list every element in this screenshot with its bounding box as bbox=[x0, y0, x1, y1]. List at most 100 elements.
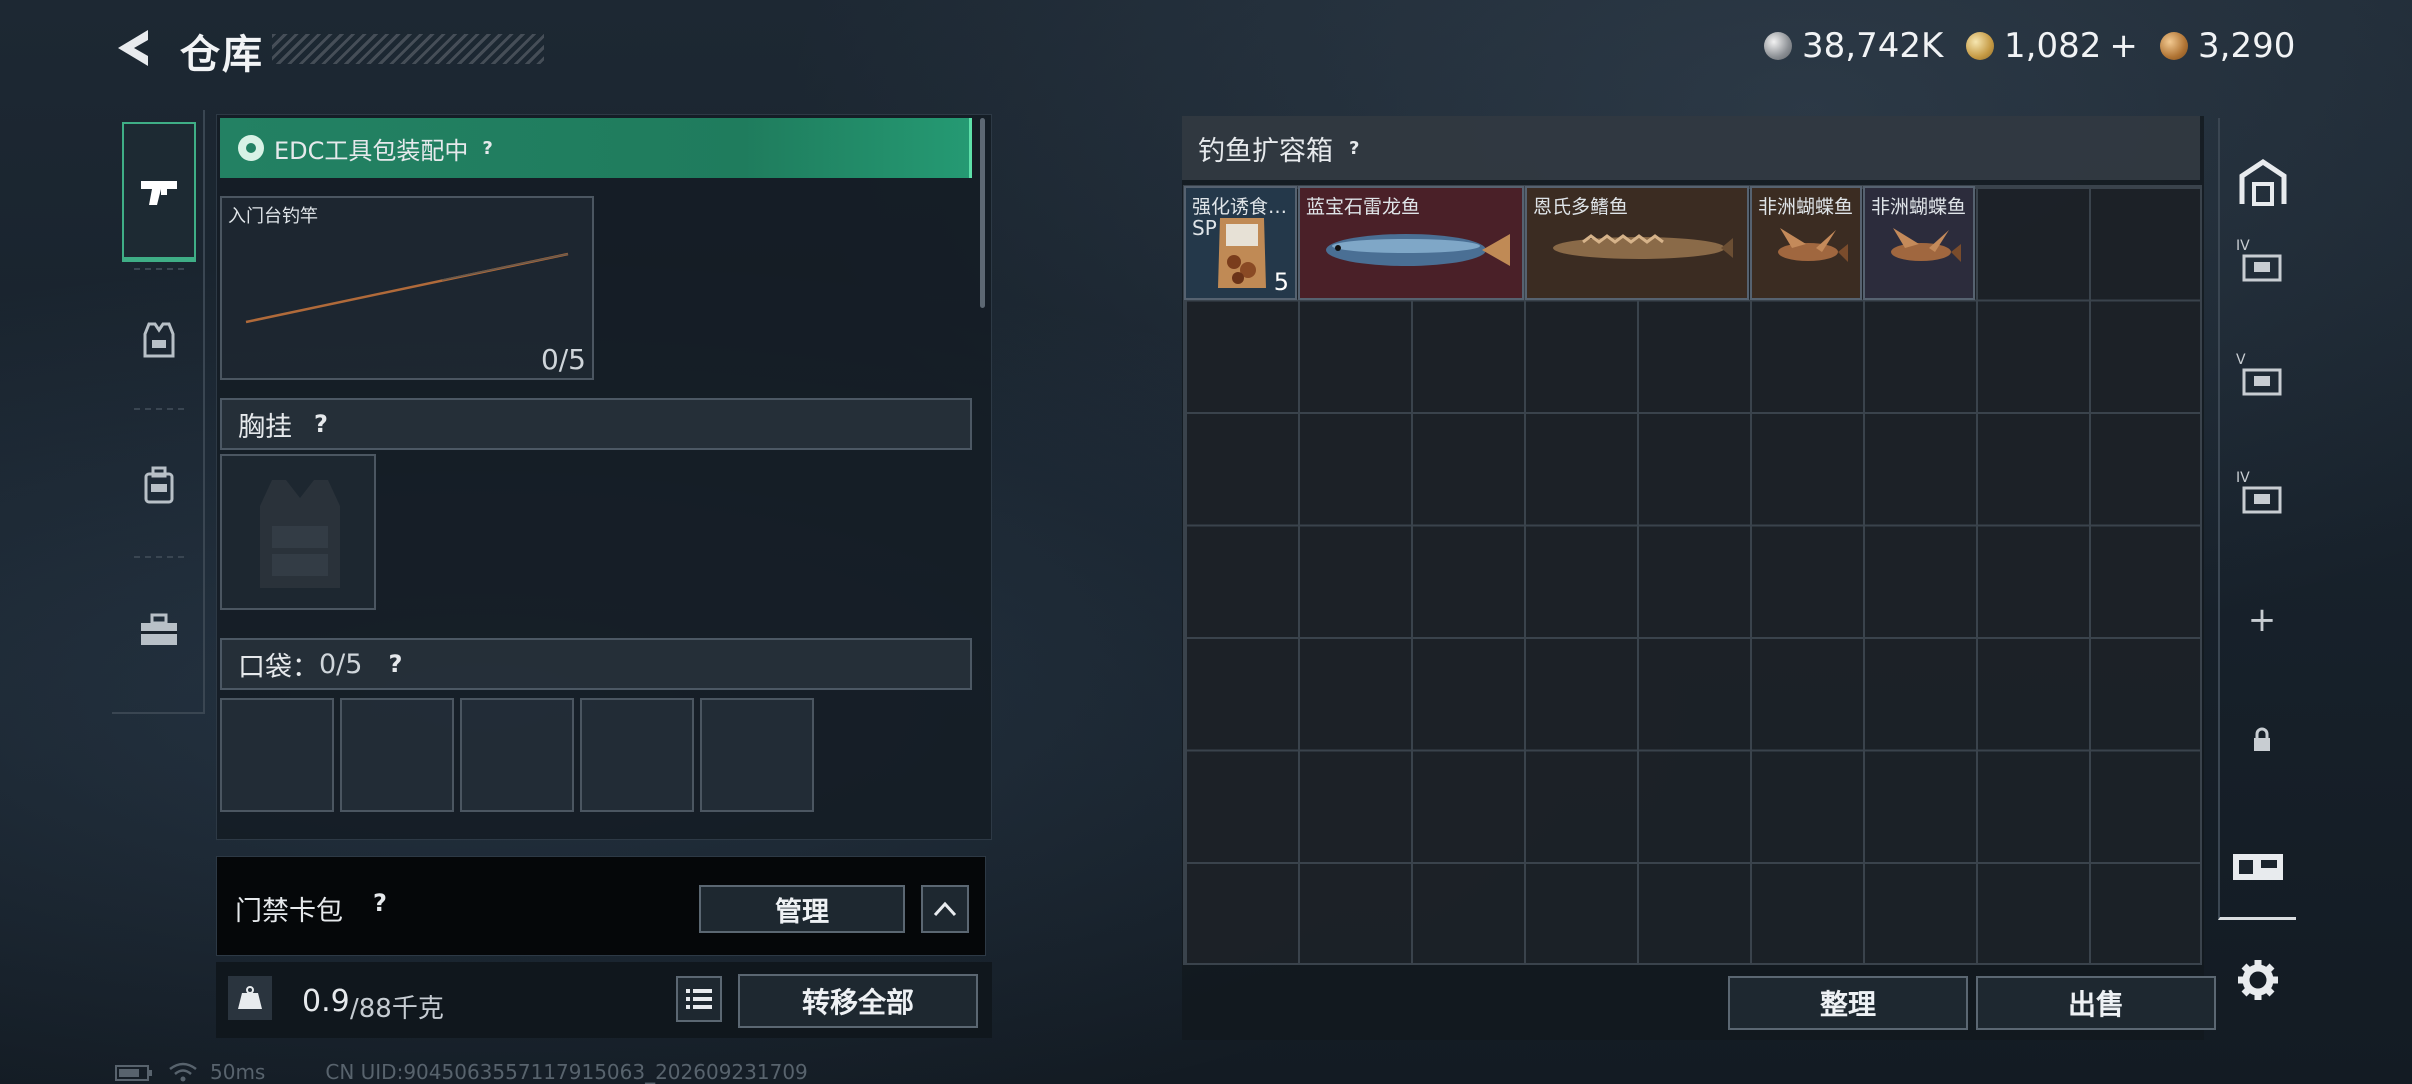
fishing-box-icon bbox=[2233, 854, 2283, 880]
firearm-tab[interactable] bbox=[122, 122, 196, 262]
storage-item-fish[interactable]: 蓝宝石雷龙鱼 bbox=[1298, 186, 1524, 300]
currency-gold-value: 1,082 bbox=[2004, 26, 2102, 66]
uid-text: CN UID:9045063557117915063_202609231709 bbox=[325, 1060, 808, 1084]
transfer-all-button[interactable]: 转移全部 bbox=[738, 974, 978, 1028]
currency-silver-value: 38,742K bbox=[1802, 26, 1944, 66]
currency-gold[interactable]: 1,082 + bbox=[1966, 26, 2138, 66]
sell-button[interactable]: 出售 bbox=[1976, 976, 2216, 1030]
pocket-slot[interactable] bbox=[340, 698, 454, 812]
back-arrow-icon[interactable] bbox=[112, 26, 156, 70]
equipment-scrollbar[interactable] bbox=[980, 118, 985, 308]
gear-icon bbox=[2238, 960, 2278, 1000]
title-decoration bbox=[272, 34, 544, 64]
pocket-slot[interactable] bbox=[580, 698, 694, 812]
currency-silver[interactable]: 38,742K bbox=[1764, 26, 1943, 66]
fish-icon bbox=[1778, 228, 1848, 262]
storage-item-fish[interactable]: 非洲蝴蝶鱼 bbox=[1750, 186, 1862, 300]
locked-slot[interactable] bbox=[2232, 710, 2292, 770]
settings-button[interactable] bbox=[2228, 950, 2288, 1010]
storage-item-fish[interactable]: 恩氏多鳍鱼 bbox=[1525, 186, 1749, 300]
storage-item-fish[interactable]: 非洲蝴蝶鱼 bbox=[1863, 186, 1975, 300]
rod-slot-count: 0/5 bbox=[540, 343, 586, 376]
backpack-icon bbox=[144, 466, 174, 504]
page-title: 仓库 bbox=[180, 32, 264, 78]
list-view-button[interactable] bbox=[676, 976, 722, 1022]
warehouse-icon bbox=[2239, 158, 2287, 206]
box-level: IV bbox=[2236, 470, 2250, 486]
fishing-rod-slot[interactable]: 入门台钓竿 0/5 bbox=[220, 196, 594, 380]
vest-icon bbox=[260, 480, 340, 588]
help-icon[interactable]: ? bbox=[373, 889, 387, 917]
help-icon[interactable]: ? bbox=[1349, 138, 1359, 159]
storage-box-icon bbox=[2242, 368, 2282, 396]
pocket-slot[interactable] bbox=[700, 698, 814, 812]
item-label: 非洲蝴蝶鱼 bbox=[1871, 196, 1967, 218]
manage-button[interactable]: 管理 bbox=[699, 885, 905, 933]
list-icon bbox=[686, 989, 712, 1009]
fish-icon bbox=[1553, 234, 1733, 259]
access-card-label: 门禁卡包 bbox=[235, 896, 343, 927]
category-rail bbox=[112, 110, 205, 714]
access-card-bar: 门禁卡包 ? 管理 bbox=[216, 856, 986, 956]
fish-icon bbox=[1326, 234, 1510, 266]
rod-slot-label: 入门台钓竿 bbox=[228, 206, 318, 227]
storage-box-tab[interactable]: IV bbox=[2232, 466, 2292, 526]
storage-header: 钓鱼扩容箱 ? bbox=[1182, 116, 2200, 180]
storage-home-tab[interactable] bbox=[2232, 152, 2294, 214]
storage-item-bait[interactable]: 强化诱食… SP 5 bbox=[1184, 186, 1297, 300]
item-label: 恩氏多鳍鱼 bbox=[1533, 196, 1629, 218]
box-level: V bbox=[2236, 352, 2246, 368]
wifi-icon bbox=[169, 1062, 197, 1082]
weight-bar: 0.9 /88千克 转移全部 bbox=[216, 962, 992, 1038]
add-currency-button[interactable]: + bbox=[2109, 26, 2138, 66]
item-count: 5 bbox=[1273, 268, 1289, 296]
toolbox-icon bbox=[141, 613, 177, 645]
edc-banner-label: EDC工具包装配中 bbox=[274, 136, 469, 165]
weight-max: /88千克 bbox=[350, 994, 444, 1024]
status-line: 50ms CN UID:9045063557117915063_20260923… bbox=[114, 1060, 808, 1084]
pockets-count: 0/5 bbox=[319, 648, 363, 680]
gear-tab[interactable] bbox=[122, 270, 196, 410]
chest-rig-slot[interactable] bbox=[220, 454, 376, 610]
storage-title: 钓鱼扩容箱 bbox=[1198, 135, 1333, 167]
silver-coin-icon bbox=[1764, 32, 1792, 60]
currency-bronze[interactable]: 3,290 bbox=[2160, 26, 2295, 66]
pistol-icon bbox=[141, 180, 177, 205]
box-level: IV bbox=[2236, 238, 2250, 254]
currency-bronze-value: 3,290 bbox=[2198, 26, 2296, 66]
help-icon[interactable]: ? bbox=[314, 410, 328, 438]
pocket-slot[interactable] bbox=[460, 698, 574, 812]
pockets-label: 口袋： bbox=[238, 651, 319, 683]
item-label: 非洲蝴蝶鱼 bbox=[1758, 196, 1854, 218]
weight-current: 0.9 bbox=[302, 984, 350, 1019]
storage-box-tab[interactable]: IV bbox=[2232, 234, 2292, 294]
help-icon[interactable]: ? bbox=[482, 138, 492, 159]
bait-bag-icon bbox=[1218, 218, 1266, 288]
gear-badge-icon bbox=[238, 135, 264, 161]
help-icon[interactable]: ? bbox=[388, 650, 402, 678]
toolbox-tab[interactable] bbox=[122, 560, 196, 700]
battery-icon bbox=[115, 1065, 152, 1081]
chest-rig-label: 胸挂 bbox=[238, 411, 292, 443]
edc-banner[interactable]: EDC工具包装配中 ? bbox=[220, 118, 972, 178]
pocket-slot[interactable] bbox=[220, 698, 334, 812]
ping-value: 50ms bbox=[210, 1060, 266, 1084]
storage-grid[interactable] bbox=[1183, 185, 2202, 965]
item-label: 蓝宝石雷龙鱼 bbox=[1306, 196, 1421, 218]
pockets-header: 口袋： 0/5 ? bbox=[220, 638, 972, 690]
backpack-tab[interactable] bbox=[122, 416, 196, 556]
weight-icon bbox=[228, 976, 272, 1020]
sort-button[interactable]: 整理 bbox=[1728, 976, 1968, 1030]
vest-icon bbox=[143, 322, 175, 358]
chevron-up-icon bbox=[933, 901, 957, 917]
collapse-button[interactable] bbox=[921, 885, 969, 933]
storage-box-tab[interactable]: V bbox=[2232, 348, 2292, 408]
fishing-box-tab[interactable] bbox=[2228, 836, 2288, 896]
chest-rig-header: 胸挂 ? bbox=[220, 398, 972, 450]
bronze-coin-icon bbox=[2160, 32, 2188, 60]
fishing-rod-icon bbox=[245, 252, 569, 324]
fish-icon bbox=[1891, 228, 1961, 262]
storage-tabs-rail: IV V IV + bbox=[2218, 118, 2296, 920]
add-box-button[interactable]: + bbox=[2232, 590, 2292, 650]
lock-icon bbox=[2254, 727, 2270, 751]
